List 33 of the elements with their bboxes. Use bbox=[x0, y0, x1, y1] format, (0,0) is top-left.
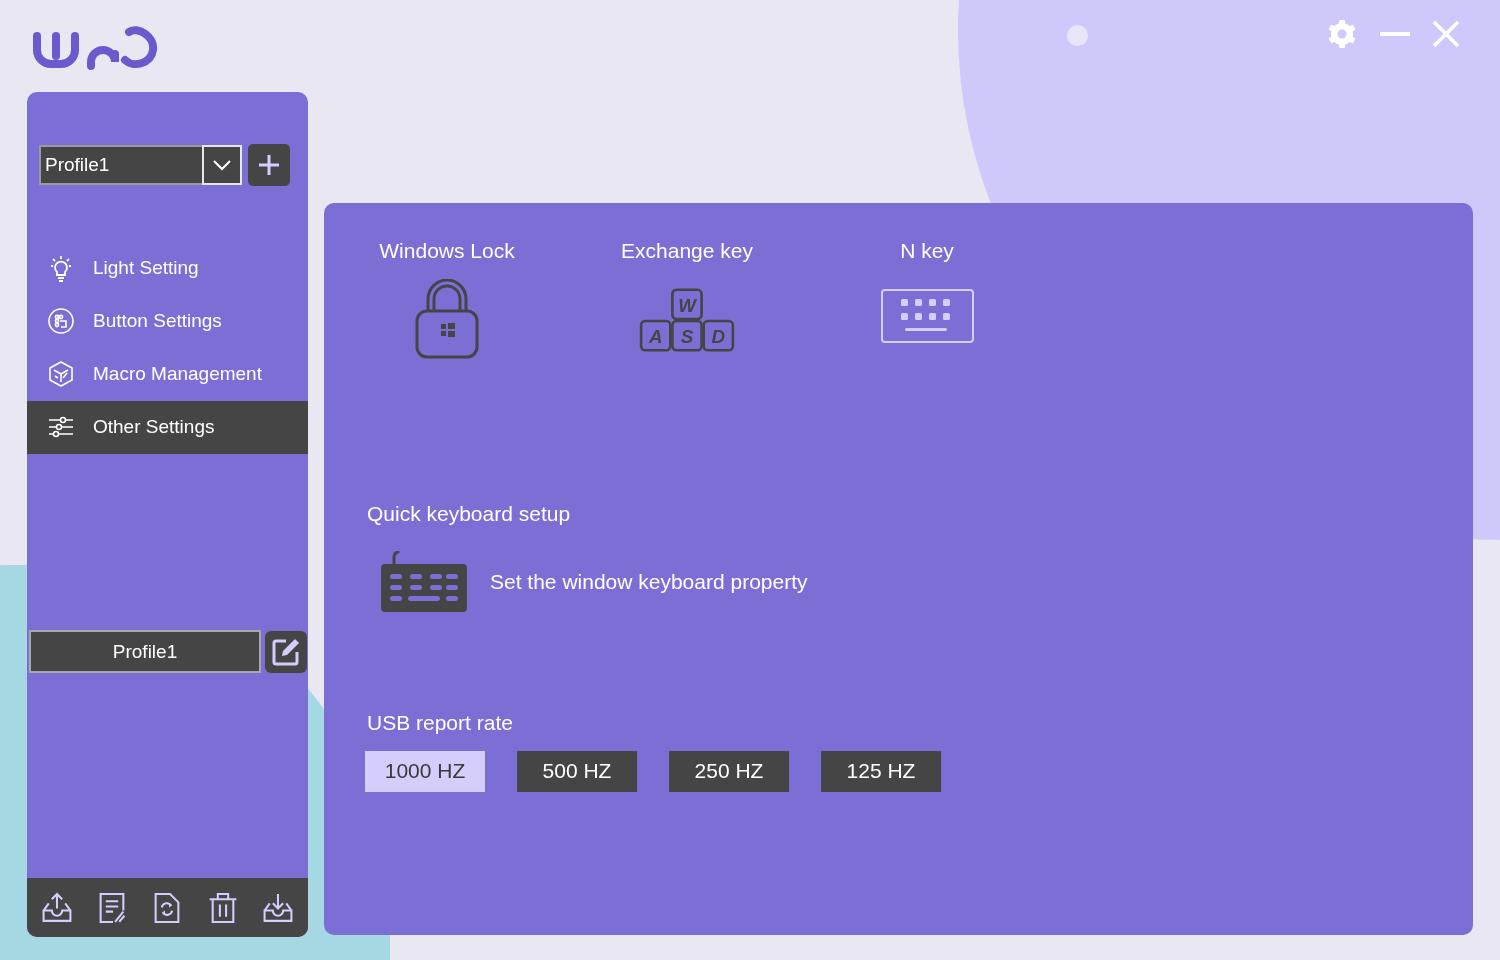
profile-name: Profile1 bbox=[29, 630, 261, 673]
report-rate-button[interactable]: 250 HZ bbox=[669, 750, 789, 792]
nav-item[interactable]: Macro Management bbox=[27, 348, 308, 401]
keyboard-icon bbox=[380, 551, 468, 613]
feature-title: Exchange key bbox=[621, 238, 753, 264]
report-rate-button[interactable]: 125 HZ bbox=[821, 750, 941, 792]
export-tray-button[interactable] bbox=[40, 891, 73, 924]
padlock-icon bbox=[415, 278, 479, 359]
feature-title: N key bbox=[900, 238, 954, 264]
nav-item[interactable]: Light Setting bbox=[27, 242, 308, 295]
section-title: Quick keyboard setup bbox=[367, 500, 572, 527]
nav-item[interactable]: Button Settings bbox=[27, 295, 308, 348]
chevron-down-icon bbox=[213, 159, 231, 171]
nav-item[interactable]: Other Settings bbox=[27, 401, 308, 454]
grid-circle-icon bbox=[47, 307, 75, 336]
export-tray-icon bbox=[40, 891, 73, 924]
close-icon bbox=[1432, 20, 1460, 48]
add-profile-button[interactable] bbox=[248, 144, 290, 186]
keyboard-icon bbox=[880, 288, 974, 343]
profile-dropdown[interactable]: Profile1 bbox=[39, 145, 242, 185]
plus-icon bbox=[258, 154, 280, 176]
section-title: USB report rate bbox=[367, 710, 514, 736]
import-tray-button[interactable] bbox=[262, 891, 295, 924]
minimize-icon bbox=[1380, 32, 1410, 36]
keyboard-property-link[interactable]: Set the window keyboard property bbox=[490, 566, 808, 598]
settings-icon bbox=[1326, 18, 1358, 50]
edit-button[interactable] bbox=[265, 630, 307, 673]
import-tray-icon bbox=[262, 891, 295, 924]
report-rate-button[interactable]: 500 HZ bbox=[517, 750, 637, 792]
report-rate-button[interactable]: 1000 HZ bbox=[365, 750, 485, 792]
logo-icon bbox=[33, 26, 159, 70]
feature-title: Windows Lock bbox=[379, 238, 515, 264]
cube-icon bbox=[47, 360, 75, 389]
